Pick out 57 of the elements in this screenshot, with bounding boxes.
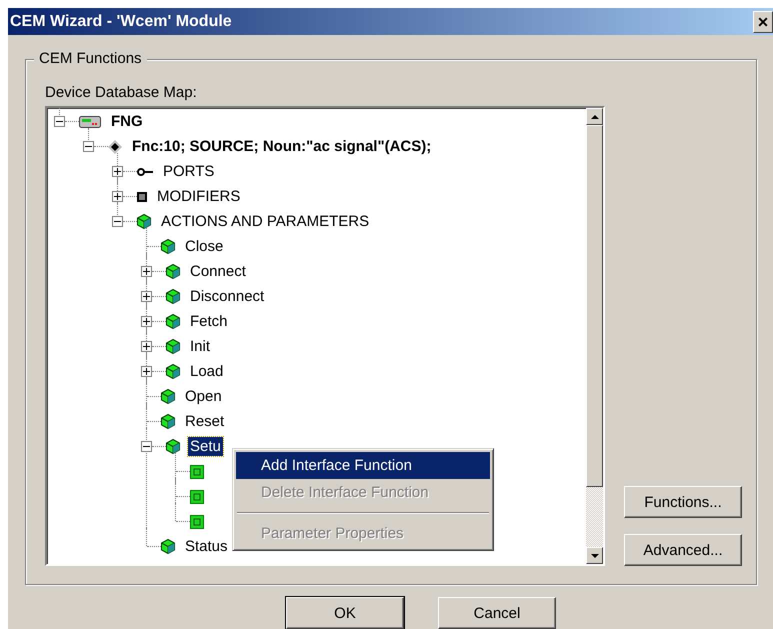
scroll-up-button[interactable]: [586, 108, 603, 125]
dialog-button[interactable]: OK: [286, 597, 404, 629]
expand-toggle[interactable]: [141, 366, 152, 377]
diamond-icon: [108, 140, 122, 154]
tree-item[interactable]: Connect: [188, 262, 248, 281]
cube-icon: [161, 239, 175, 254]
expand-toggle[interactable]: [141, 341, 152, 352]
tree-item[interactable]: ACTIONS AND PARAMETERS: [159, 212, 372, 231]
dialog-button[interactable]: Cancel: [438, 597, 556, 629]
up-arrow-icon: [590, 114, 598, 118]
tree-label: Device Database Map:: [45, 84, 198, 103]
expand-toggle[interactable]: [112, 166, 123, 177]
tree-item[interactable]: FNG: [109, 112, 145, 131]
scroll-down-button[interactable]: [586, 547, 603, 564]
expand-toggle[interactable]: [141, 316, 152, 327]
window-title: CEM Wizard - 'Wcem' Module: [10, 12, 232, 30]
scroll-thumb[interactable]: [586, 125, 603, 487]
collapse-toggle[interactable]: [141, 441, 152, 452]
menu-item[interactable]: Add Interface Function: [236, 452, 490, 479]
tree-item[interactable]: Status: [183, 537, 230, 556]
tree-item[interactable]: Setu: [188, 437, 223, 456]
port-icon: [137, 166, 153, 176]
cube-icon: [161, 414, 175, 429]
cube-icon: [166, 364, 180, 379]
expand-toggle[interactable]: [141, 291, 152, 302]
tree-item[interactable]: Open: [183, 387, 224, 406]
tree-item[interactable]: Init: [188, 337, 212, 356]
tree-item[interactable]: Fnc:10; SOURCE; Noun:"ac signal"(ACS);: [130, 137, 434, 156]
device-icon: [79, 114, 101, 128]
parameter-icon: [190, 464, 204, 478]
collapse-toggle[interactable]: [112, 216, 123, 227]
tree-item[interactable]: Close: [183, 237, 226, 256]
expand-toggle[interactable]: [141, 266, 152, 277]
cube-icon: [161, 389, 175, 404]
cube-icon: [161, 539, 175, 554]
expand-toggle[interactable]: [112, 191, 123, 202]
cube-icon: [166, 314, 180, 329]
cube-icon: [137, 214, 151, 229]
scrollbar[interactable]: [586, 108, 603, 564]
cube-icon: [166, 289, 180, 304]
parameter-icon: [190, 514, 204, 528]
tree-item[interactable]: PORTS: [161, 162, 216, 181]
cube-icon: [166, 264, 180, 279]
parameter-icon: [190, 490, 204, 504]
tree-item[interactable]: Disconnect: [188, 287, 266, 306]
tree-item[interactable]: MODIFIERS: [155, 187, 242, 206]
cube-icon: [166, 439, 180, 454]
cube-icon: [166, 339, 180, 354]
side-button[interactable]: Functions...: [624, 486, 742, 518]
collapse-toggle[interactable]: [54, 116, 65, 127]
tree-item[interactable]: Reset: [183, 412, 226, 431]
close-button[interactable]: ×: [753, 10, 773, 32]
tree-item[interactable]: Fetch: [188, 312, 230, 331]
tree-item[interactable]: Load: [188, 362, 226, 381]
collapse-toggle[interactable]: [83, 141, 94, 152]
side-button[interactable]: Advanced...: [624, 534, 742, 566]
down-arrow-icon: [590, 554, 598, 558]
